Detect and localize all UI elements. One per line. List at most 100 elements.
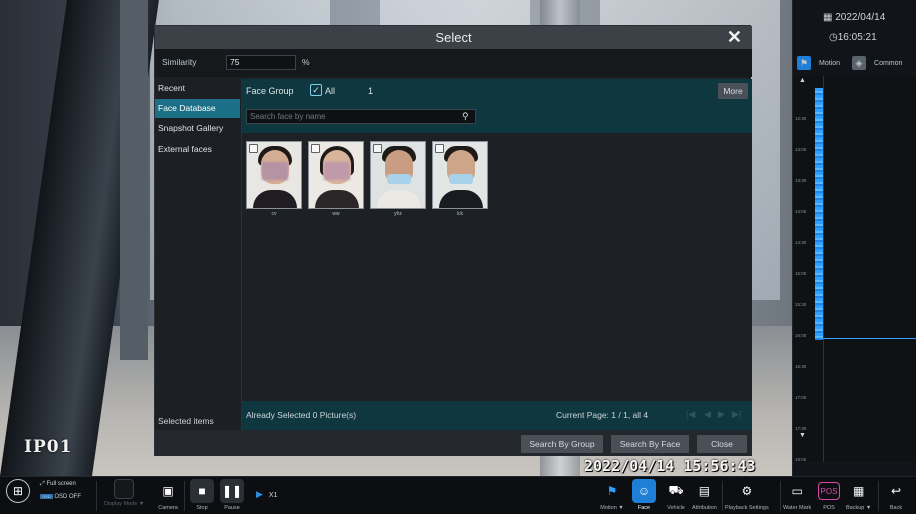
speed-label: X1 [268,491,278,499]
search-icon[interactable]: ⚲ [462,109,469,123]
osd-toggle[interactable]: OSD OSD OFF [40,494,81,500]
dialog-title: Select [155,26,752,49]
face-thumbnail[interactable] [370,141,426,209]
similarity-input[interactable]: 75 [226,55,296,70]
playback-settings-button[interactable]: ⚙ Playback Settings [725,479,769,511]
close-icon[interactable]: ✕ [727,27,742,47]
timeline-tick-label: 13:30 [795,178,807,183]
timeline-tick-label: 18:00 [795,457,807,462]
full-screen-button[interactable]: ⤢ Full screen OSD OSD OFF [40,481,81,500]
water-mark-label: Water Mark [783,505,812,511]
timeline-tick-label: 13:00 [795,147,807,152]
select-checkbox[interactable] [311,144,320,153]
all-checkbox[interactable]: ✓ [310,84,322,96]
face-name: lck [456,211,464,217]
camera-button[interactable]: ▣ Camera [156,479,180,511]
display-mode-button[interactable]: Display Mode ▼ [104,479,144,507]
timeline[interactable]: ▲ 12:30 13:00 13:30 14:00 14:30 15:00 15:30 16:… [793,76,916,462]
attribution-search-button[interactable]: ▤ Attribution [692,479,717,511]
divider [184,481,185,511]
motion-text: Motion [600,505,617,511]
select-checkbox[interactable] [373,144,382,153]
layout-button[interactable]: ⊞ [6,479,30,503]
vehicle-label: Vehicle [667,505,685,511]
search-input[interactable]: Search face by name [246,109,476,124]
face-name: yhz [394,211,402,217]
scroll-down-icon[interactable]: ▼ [799,432,806,439]
search-by-face-button[interactable]: Search By Face [611,435,689,453]
recording-track[interactable] [815,88,823,340]
timeline-tick-label: 15:30 [795,302,807,307]
attribution-label: Attribution [692,505,717,511]
back-button[interactable]: ↩ Back [884,479,908,511]
motion-search-button[interactable]: ⚑ Motion ▼ [600,479,624,511]
backup-button[interactable]: ▦ Backup ▼ [846,479,871,511]
pos-button[interactable]: POS POS [818,479,840,511]
common-mode-label: Common [874,59,903,67]
right-panel: ▦ 2022/04/14 ◷16:05:21 ⚑ Motion ◈ Common… [792,0,916,476]
face-thumbnail[interactable] [246,141,302,209]
last-page-icon[interactable]: ▶| [732,409,741,420]
pause-button[interactable]: ❚❚ Pause [220,479,244,511]
search-by-group-button[interactable]: Search By Group [521,435,603,453]
water-mark-icon: ▭ [791,484,803,498]
display-mode-label: Display Mode ▼ [104,501,145,507]
expand-icon: ⤢ [40,481,45,487]
timeline-axis [823,76,824,462]
face-name: cv [271,211,277,217]
first-page-icon[interactable]: |◀ [686,409,695,420]
back-label: Back [889,505,903,511]
selection-status-bar: Already Selected 0 Picture(s) Current Pa… [242,401,752,430]
close-button[interactable]: Close [697,435,747,453]
privacy-blur [262,162,288,180]
camera-icon: ▣ [162,484,174,498]
speed-indicator[interactable]: ▶ X1 [256,489,277,500]
motion-search-icon: ⚑ [606,484,618,498]
panel-date: ▦ 2022/04/14 [823,12,885,23]
attribution-icon: ▤ [698,484,711,498]
prev-page-icon[interactable]: ◀ [704,409,711,420]
similarity-row: Similarity 75 % [155,49,752,77]
pos-label: POS [823,505,835,511]
motion-icon[interactable]: ⚑ [797,56,811,70]
nav-face-database[interactable]: Face Database [155,99,240,118]
clock-icon: ◷ [829,32,838,43]
stop-button[interactable]: ■ Stop [190,479,214,511]
select-checkbox[interactable] [249,144,258,153]
nav-recent[interactable]: Recent [155,79,240,98]
face-search-button[interactable]: ☺ Face [632,479,656,511]
water-mark-button[interactable]: ▭ Water Mark [783,479,811,511]
timeline-cursor[interactable] [823,338,916,339]
pause-icon: ❚❚ [220,479,244,503]
nav-external-faces[interactable]: External faces [155,140,240,159]
timeline-tick-label: 14:00 [795,209,807,214]
nav-snapshot-gallery[interactable]: Snapshot Gallery [155,119,240,138]
selected-items-label[interactable]: Selected items [158,416,214,426]
face-thumbnail[interactable] [308,141,364,209]
more-button[interactable]: More [718,83,748,99]
face-thumbnail[interactable] [432,141,488,209]
all-label: All [325,86,336,96]
backup-label: Backup ▼ [846,505,872,511]
stop-icon: ■ [190,479,214,503]
divider [878,481,879,511]
camera-label: IP01 [24,437,73,457]
face-label: Face [637,505,651,511]
time-text: 16:05:21 [837,32,877,43]
scroll-up-icon[interactable]: ▲ [799,77,806,84]
backup-icon: ▦ [853,484,865,498]
vehicle-search-button[interactable]: ⛟ Vehicle [664,479,688,511]
privacy-blur [324,162,350,180]
back-icon: ↩ [890,484,902,498]
motion-label: Motion ▼ [600,505,624,511]
full-screen-label: ⤢ Full screen [40,481,76,488]
common-icon[interactable]: ◈ [852,56,867,70]
vehicle-search-icon: ⛟ [668,483,684,497]
select-checkbox[interactable] [435,144,444,153]
timeline-tick-label: 15:00 [795,271,807,276]
next-page-icon[interactable]: ▶ [718,409,725,420]
face-search-icon: ☺ [632,479,656,503]
play-icon: ▶ [256,489,263,499]
pillar [120,0,148,360]
date-text: 2022/04/14 [835,12,886,23]
